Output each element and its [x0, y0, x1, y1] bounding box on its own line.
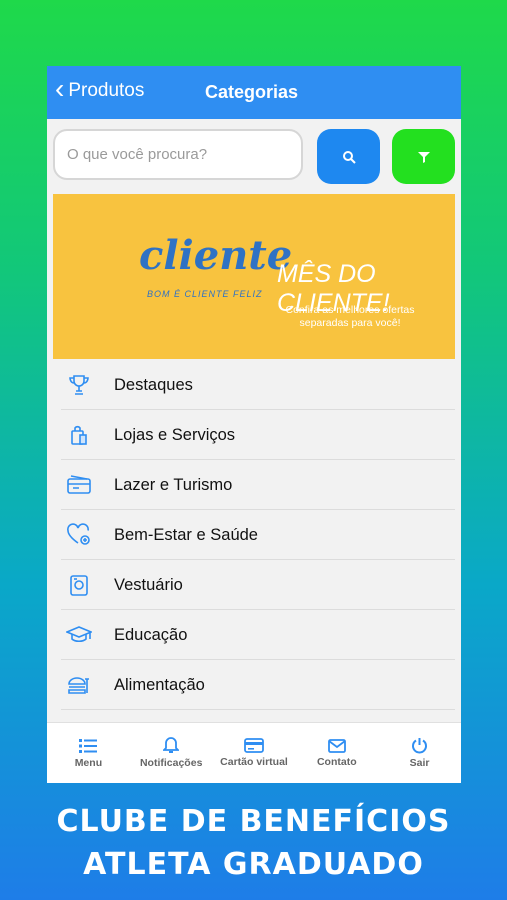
search-row: [53, 129, 455, 184]
footer-line-2: ATLETA GRADUADO: [83, 847, 424, 882]
trophy-icon: [63, 372, 95, 398]
tab-label: Cartão virtual: [220, 756, 288, 768]
mail-icon: [327, 738, 346, 753]
tab-contato[interactable]: Contato: [295, 723, 378, 783]
category-label: Destaques: [114, 375, 193, 394]
navbar: ‹ Produtos Categorias: [47, 66, 461, 119]
category-list: Destaques Lojas e Serviços Lazer e Turis…: [47, 360, 461, 710]
heart-health-icon: [63, 522, 95, 548]
chevron-left-icon: ‹: [55, 73, 65, 104]
burger-icon: [63, 672, 95, 698]
search-icon: [342, 150, 356, 164]
category-item-alimentacao[interactable]: Alimentação: [47, 660, 461, 710]
power-icon: [412, 738, 428, 754]
shopping-bag-icon: [63, 422, 95, 448]
tab-bar: Menu Notificações Cartão virtual Contato: [47, 722, 461, 783]
card-icon: [244, 738, 264, 753]
search-button[interactable]: [317, 129, 380, 184]
footer-line-1: CLUBE DE BENEFÍCIOS: [56, 804, 451, 839]
app-screen: ‹ Produtos Categorias cliente BOM É CLIE…: [47, 66, 461, 783]
category-label: Lojas e Serviços: [114, 425, 236, 444]
category-item-bem-estar[interactable]: Bem-Estar e Saúde: [47, 510, 461, 560]
category-label: Educação: [114, 625, 188, 644]
banner-logo-word: cliente: [139, 232, 293, 279]
clothing-tag-icon: [63, 572, 95, 598]
promo-banner[interactable]: cliente BOM É CLIENTE FELIZ MÊS DO CLIEN…: [53, 194, 455, 359]
category-item-lazer[interactable]: Lazer e Turismo: [47, 460, 461, 510]
category-item-educacao[interactable]: Educação: [47, 610, 461, 660]
ticket-icon: [63, 472, 95, 498]
back-label: Produtos: [68, 79, 145, 101]
category-label: Lazer e Turismo: [114, 475, 233, 494]
tab-label: Menu: [74, 756, 103, 769]
search-input[interactable]: [53, 129, 303, 180]
category-label: Vestuário: [114, 575, 183, 594]
tab-sair[interactable]: Sair: [378, 723, 461, 783]
category-item-destaques[interactable]: Destaques: [47, 360, 461, 410]
category-label: Bem-Estar e Saúde: [114, 525, 258, 544]
banner-description: Confira as melhores ofertas separadas pa…: [285, 304, 415, 329]
bell-icon: [163, 737, 180, 753]
banner-logo-tagline: BOM É CLIENTE FELIZ: [147, 289, 263, 299]
list-icon: [79, 738, 98, 753]
tab-label: Contato: [316, 755, 357, 768]
graduation-cap-icon: [63, 622, 95, 648]
tab-menu[interactable]: Menu: [47, 723, 130, 783]
promo-footer: CLUBE DE BENEFÍCIOS ATLETA GRADUADO: [0, 800, 507, 886]
tab-notificacoes[interactable]: Notificações: [130, 723, 213, 783]
category-item-vestuario[interactable]: Vestuário: [47, 560, 461, 610]
tab-label: Notificações: [139, 757, 203, 769]
filter-icon: [417, 151, 430, 163]
filter-button[interactable]: [392, 129, 455, 184]
tab-cartao-virtual[interactable]: Cartão virtual: [213, 723, 296, 783]
category-item-lojas[interactable]: Lojas e Serviços: [47, 410, 461, 460]
page-title: Categorias: [205, 82, 299, 102]
category-label: Alimentação: [114, 675, 205, 694]
back-button[interactable]: ‹ Produtos: [55, 73, 145, 104]
tab-label: Sair: [409, 757, 430, 769]
